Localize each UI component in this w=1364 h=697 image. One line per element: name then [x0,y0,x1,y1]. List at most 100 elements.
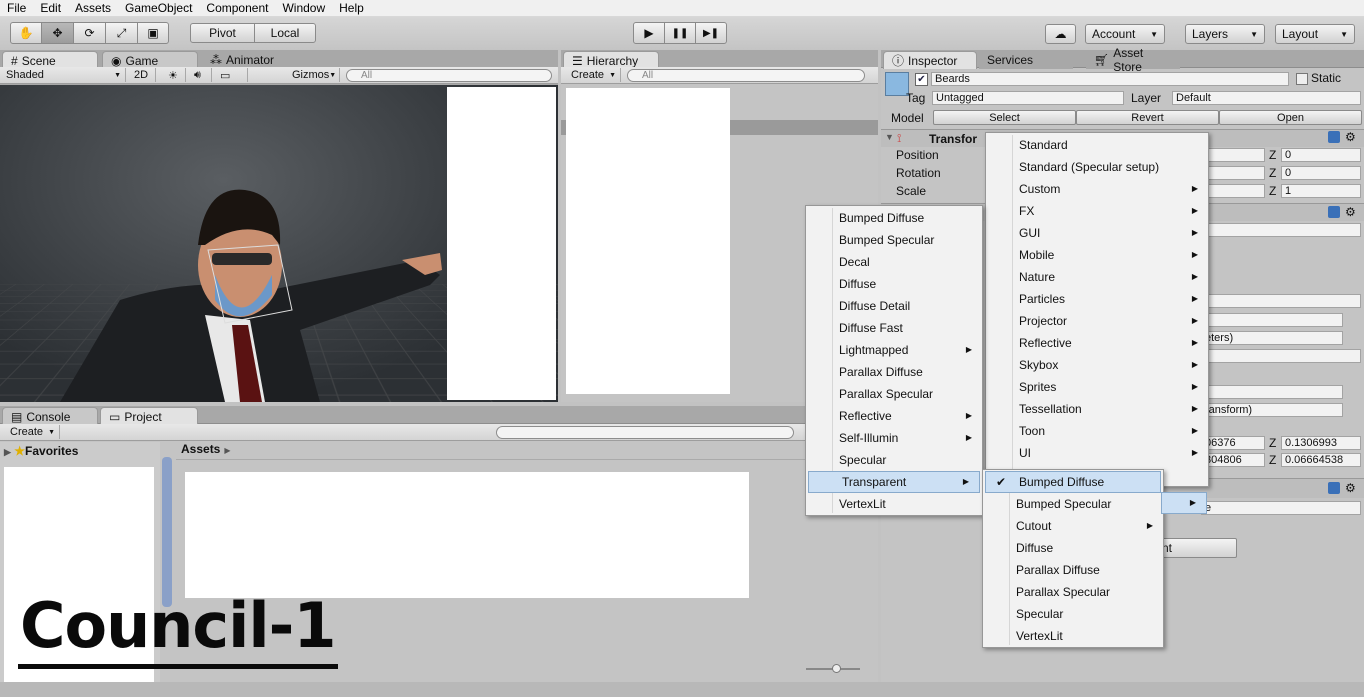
rotate-icon[interactable]: ⟳ [73,22,106,44]
shader-menu-legacy-item-vertexlit[interactable]: VertexLit [806,493,982,515]
scale-y-field[interactable] [1201,184,1265,198]
shader-menu-legacy-item-parallax-diffuse[interactable]: Parallax Diffuse [806,361,982,383]
shader-menu-main-item-standard[interactable]: Standard [986,134,1208,156]
static-checkbox[interactable] [1296,73,1308,85]
shader-menu-main-item-ui[interactable]: UI ▶ [986,442,1208,464]
shader-menu-transparent-item-specular[interactable]: Specular [983,603,1163,625]
gear-icon[interactable]: ⚙ [1345,130,1356,144]
shader-menu-transparent-item-vertexlit[interactable]: VertexLit [983,625,1163,647]
layers-dropdown[interactable]: Layers ▼ [1185,24,1265,44]
favorites-header[interactable]: ▶ ★Favorites [4,444,78,458]
shader-menu-legacy-item-decal[interactable]: Decal [806,251,982,273]
component-field-1[interactable] [1201,313,1343,327]
favorites-scrollbar[interactable] [162,457,172,607]
component-dropdown-1[interactable] [1201,223,1361,237]
shader-menu-main-item-standard-specular-setup[interactable]: Standard (Specular setup) [986,156,1208,178]
pivot-button[interactable]: Pivot [190,23,255,43]
revert-button[interactable]: Revert [1076,110,1219,125]
shader-menu-legacy-item-parallax-specular[interactable]: Parallax Specular [806,383,982,405]
local-button[interactable]: Local [254,23,316,43]
gear-icon-2[interactable]: ⚙ [1345,205,1356,219]
shader-menu-main-item-mobile[interactable]: Mobile ▶ [986,244,1208,266]
shader-menu-transparent-item-diffuse[interactable]: Diffuse [983,537,1163,559]
scale-z-field[interactable]: 1 [1281,184,1361,198]
shader-menu-legacy-item-diffuse-detail[interactable]: Diffuse Detail [806,295,982,317]
layer-dropdown[interactable]: Default [1172,91,1361,105]
tab-asset-store[interactable]: 🛒︎ Asset Store [1086,51,1180,69]
menu-help[interactable]: Help [332,0,371,16]
hierarchy-create-dropdown[interactable]: Create ▼ [567,68,621,82]
shader-menu-transparent-item-parallax-specular[interactable]: Parallax Specular [983,581,1163,603]
shader-menu-main-item-reflective[interactable]: Reflective ▶ [986,332,1208,354]
shading-dropdown[interactable]: Shaded ▼ [2,68,126,82]
step-button[interactable]: ▶❚ [695,22,727,44]
bounds-y-field-1[interactable]: 06376 [1201,436,1265,450]
position-y-field[interactable] [1201,148,1265,162]
tab-project[interactable]: ▭ Project [100,407,198,425]
2d-toggle[interactable]: 2D [130,68,156,82]
bounds-y-field-2[interactable]: 304806 [1201,453,1265,467]
project-create-dropdown[interactable]: Create ▼ [6,425,60,439]
shader-menu-main-item-particles[interactable]: Particles ▶ [986,288,1208,310]
shader-menu-legacy-item-diffuse-fast[interactable]: Diffuse Fast [806,317,982,339]
tag-dropdown[interactable]: Untagged [932,91,1124,105]
pause-button[interactable]: ❚❚ [664,22,696,44]
scale-icon[interactable]: ⤢ [105,22,138,44]
hierarchy-search-input[interactable]: All [627,69,865,82]
shader-menu-legacy-item-bumped-specular[interactable]: Bumped Specular [806,229,982,251]
position-z-field[interactable]: 0 [1281,148,1361,162]
bounds-z-field-2[interactable]: 0.06664538 [1281,453,1361,467]
menu-component[interactable]: Component [199,0,275,16]
shader-menu-transparent-item-cutout[interactable]: Cutout ▶ [983,515,1163,537]
component-dropdown-2[interactable] [1201,294,1361,308]
help-icon-2[interactable] [1328,206,1340,218]
effects-icon[interactable]: ▭ [216,68,248,82]
menu-gameobject[interactable]: GameObject [118,0,199,16]
shader-menu-main-item-custom[interactable]: Custom ▶ [986,178,1208,200]
shader-menu-legacy-item-specular[interactable]: Specular [806,449,982,471]
assets-breadcrumb-label[interactable]: Assets [181,442,220,456]
shader-menu-transparent-item-bumped-specular[interactable]: Bumped Specular [983,493,1163,515]
shader-menu-main-item-fx[interactable]: FX ▶ [986,200,1208,222]
rect-icon[interactable]: ▣ [137,22,169,44]
gear-icon-3[interactable]: ⚙ [1345,481,1356,495]
shader-menu-main-item-skybox[interactable]: Skybox ▶ [986,354,1208,376]
component-field-3[interactable] [1201,385,1343,399]
scene-viewport[interactable] [0,85,558,402]
shader-menu-main-item-toon[interactable]: Toon ▶ [986,420,1208,442]
menu-file[interactable]: File [0,0,33,16]
bounds-z-field-1[interactable]: 0.1306993 [1281,436,1361,450]
rotation-z-field[interactable]: 0 [1281,166,1361,180]
open-button[interactable]: Open [1219,110,1362,125]
zoom-slider[interactable] [806,668,860,674]
shader-menu-legacy-item-lightmapped[interactable]: Lightmapped ▶ [806,339,982,361]
menu-window[interactable]: Window [275,0,332,16]
shader-menu-main-item-projector[interactable]: Projector ▶ [986,310,1208,332]
hand-icon[interactable]: ✋ [10,22,42,44]
shader-menu-legacy-item-bumped-diffuse[interactable]: Bumped Diffuse [806,207,982,229]
move-icon[interactable]: ✥ [41,22,74,44]
account-dropdown[interactable]: Account ▼ [1085,24,1165,44]
shader-menu-transparent-item-bumped-diffuse[interactable]: Bumped Diffuse ✔ [985,471,1161,493]
menu-assets[interactable]: Assets [68,0,118,16]
shader-dropdown[interactable]: e [1201,501,1361,515]
shader-menu-transparent-item-parallax-diffuse[interactable]: Parallax Diffuse [983,559,1163,581]
component-field-4[interactable]: ransform) [1201,403,1343,417]
project-search-input[interactable] [496,426,794,439]
shader-menu-legacy-item-self-illumin[interactable]: Self-Illumin ▶ [806,427,982,449]
object-name-field[interactable]: Beards [931,72,1289,86]
play-button[interactable]: ▶ [633,22,665,44]
gizmos-dropdown[interactable]: Gizmos ▼ [288,68,340,82]
inspector-button[interactable]: nt [1161,538,1237,558]
component-dropdown-3[interactable] [1201,349,1361,363]
layout-dropdown[interactable]: Layout ▼ [1275,24,1355,44]
menu-edit[interactable]: Edit [33,0,68,16]
active-checkbox[interactable]: ✔ [915,73,928,86]
tab-inspector[interactable]: ⓘ Inspector [883,51,977,69]
shader-menu-main-item-gui[interactable]: GUI ▶ [986,222,1208,244]
shader-menu-main-item-nature[interactable]: Nature ▶ [986,266,1208,288]
shader-menu-legacy-item-diffuse[interactable]: Diffuse [806,273,982,295]
light-icon[interactable]: ☀ [164,68,186,82]
component-field-2[interactable]: eters) [1201,331,1343,345]
scene-search-input[interactable]: All [346,69,552,82]
